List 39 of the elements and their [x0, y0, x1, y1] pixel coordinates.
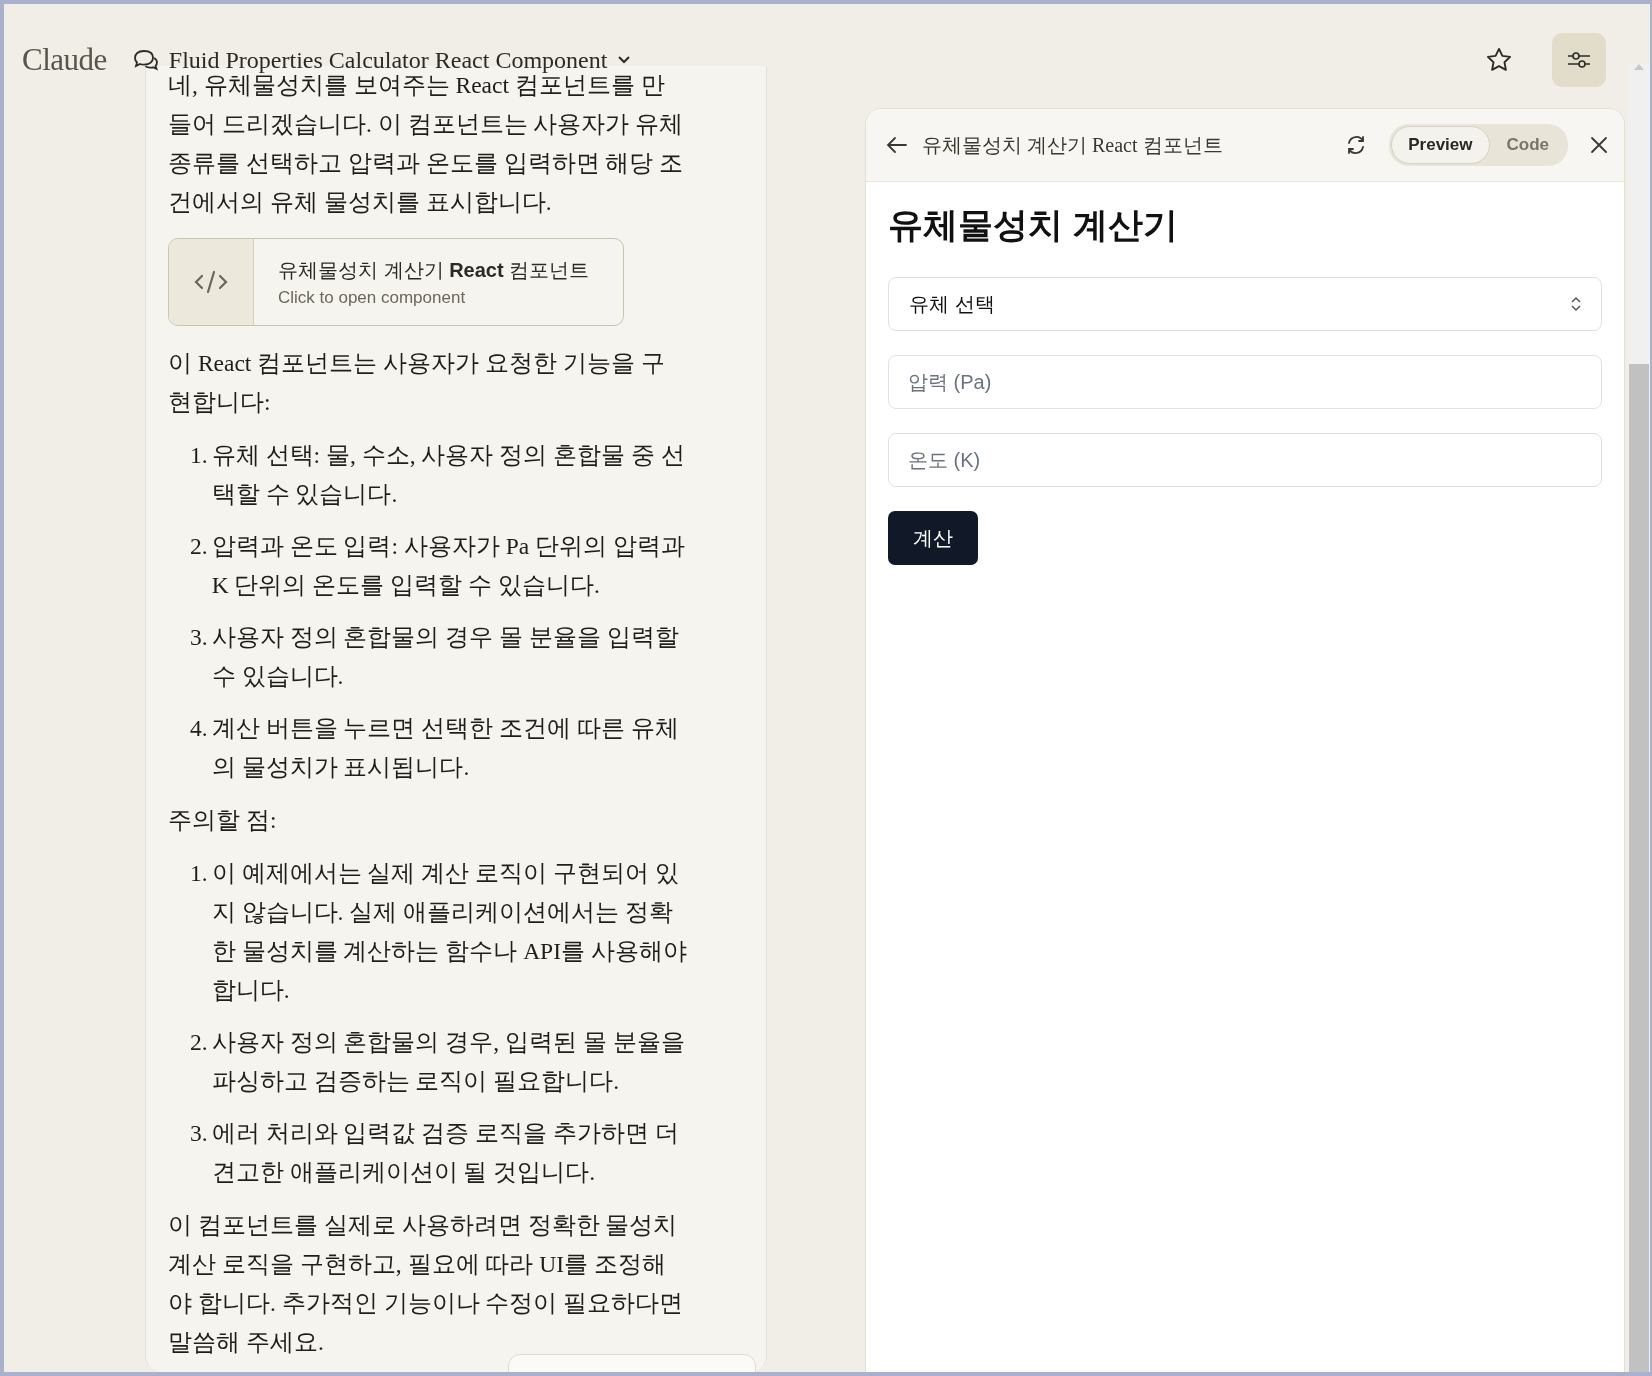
close-icon[interactable] [1590, 136, 1608, 154]
logo[interactable]: Claude [22, 42, 107, 78]
artifact-subtitle: Click to open component [278, 287, 467, 308]
input-field[interactable]: 온도 (K) [888, 433, 1602, 487]
calculate-button[interactable]: 계산 [888, 511, 978, 565]
artifact-panel-title: 유체물성치 계산기 React 컴포넌트 [922, 132, 1224, 158]
list-item-text: 에러 처리와 입력값 검증 로직을 추가하면 더 견고한 애플리케이션이 될 것입니다. [211, 1119, 680, 1187]
list-item-text: 이 예제에서는 실제 계산 로직이 구현되어 있지 않습니다. 실제 애플리케이션에서는 정확한 물성치를 계산하는 함수나 API를 사용해야 합니다. [211, 859, 688, 1005]
list-item-text: 계산 버튼을 누르면 선택한 조건에 따른 유체의 물성치가 표시됩니다. [211, 714, 680, 782]
calculator-heading: 유체물성치 계산기 [888, 204, 1179, 246]
list-item-text: 압력과 온도 입력: 사용자가 Pa 단위의 압력과 K 단위의 온도를 입력할 수 있습니다. [211, 532, 686, 600]
list-number: 2. [190, 532, 208, 561]
fluid-select[interactable]: 유체 선택 [888, 277, 1602, 331]
list-number: 3. [190, 623, 208, 652]
chat-paragraph: 네, 유체물성치를 보여주는 React 컴포넌트를 만들어 드리겠습니다. 이 컴포넌트는 사용자가 유체 종류를 선택하고 압력과 온도를 입력하면 해당 조건에서의 유체 물성치를 표시합니다. [168, 72, 685, 217]
list-number: 1. [190, 859, 208, 888]
chevron-down-icon [617, 55, 632, 65]
list-number: 3. [190, 1119, 208, 1148]
list-number: 2. [190, 1028, 208, 1057]
settings-icon[interactable] [1552, 33, 1606, 87]
chevron-updown-icon [1571, 296, 1581, 312]
list-item-text: 유체 선택: 물, 수소, 사용자 정의 혼합물 중 선택할 수 있습니다. [211, 441, 686, 509]
input-field[interactable]: 압력 (Pa) [888, 355, 1602, 409]
list-item-text: 사용자 정의 혼합물의 경우 몰 분율을 입력할 수 있습니다. [211, 623, 680, 691]
view-tab[interactable]: Code [1489, 126, 1566, 164]
chat-paragraph: 이 컴포넌트를 실제로 사용하려면 정확한 물성치 계산 로직을 구현하고, 필요에 따라 UI를 조정해야 합니다. 추가적인 기능이나 수정이 필요하다면 말씀해 주세요. [168, 1211, 685, 1357]
chat-paragraph: 이 React 컴포넌트는 사용자가 요청한 기능을 구현합니다: [168, 349, 666, 417]
chat-bubbles-icon [132, 48, 159, 72]
artifact-card[interactable]: 유체물성치 계산기 React 컴포넌트 Click to open component [168, 238, 624, 326]
list-number: 1. [190, 441, 208, 470]
code-icon [193, 268, 229, 296]
artifact-title: 유체물성치 계산기 React 컴포넌트 [278, 257, 590, 283]
list-item-text: 사용자 정의 혼합물의 경우, 입력된 몰 분율을 파싱하고 검증하는 로직이 필요합니다. [211, 1028, 686, 1096]
chat-title-button[interactable]: Fluid Properties Calculator React Component [132, 46, 632, 74]
list-number: 4. [190, 714, 208, 743]
back-arrow-icon[interactable] [886, 136, 908, 154]
view-tab[interactable]: Preview [1391, 126, 1490, 164]
chat-paragraph: 주의할 점: [168, 806, 278, 835]
scrollbar[interactable] [1628, 64, 1650, 1372]
